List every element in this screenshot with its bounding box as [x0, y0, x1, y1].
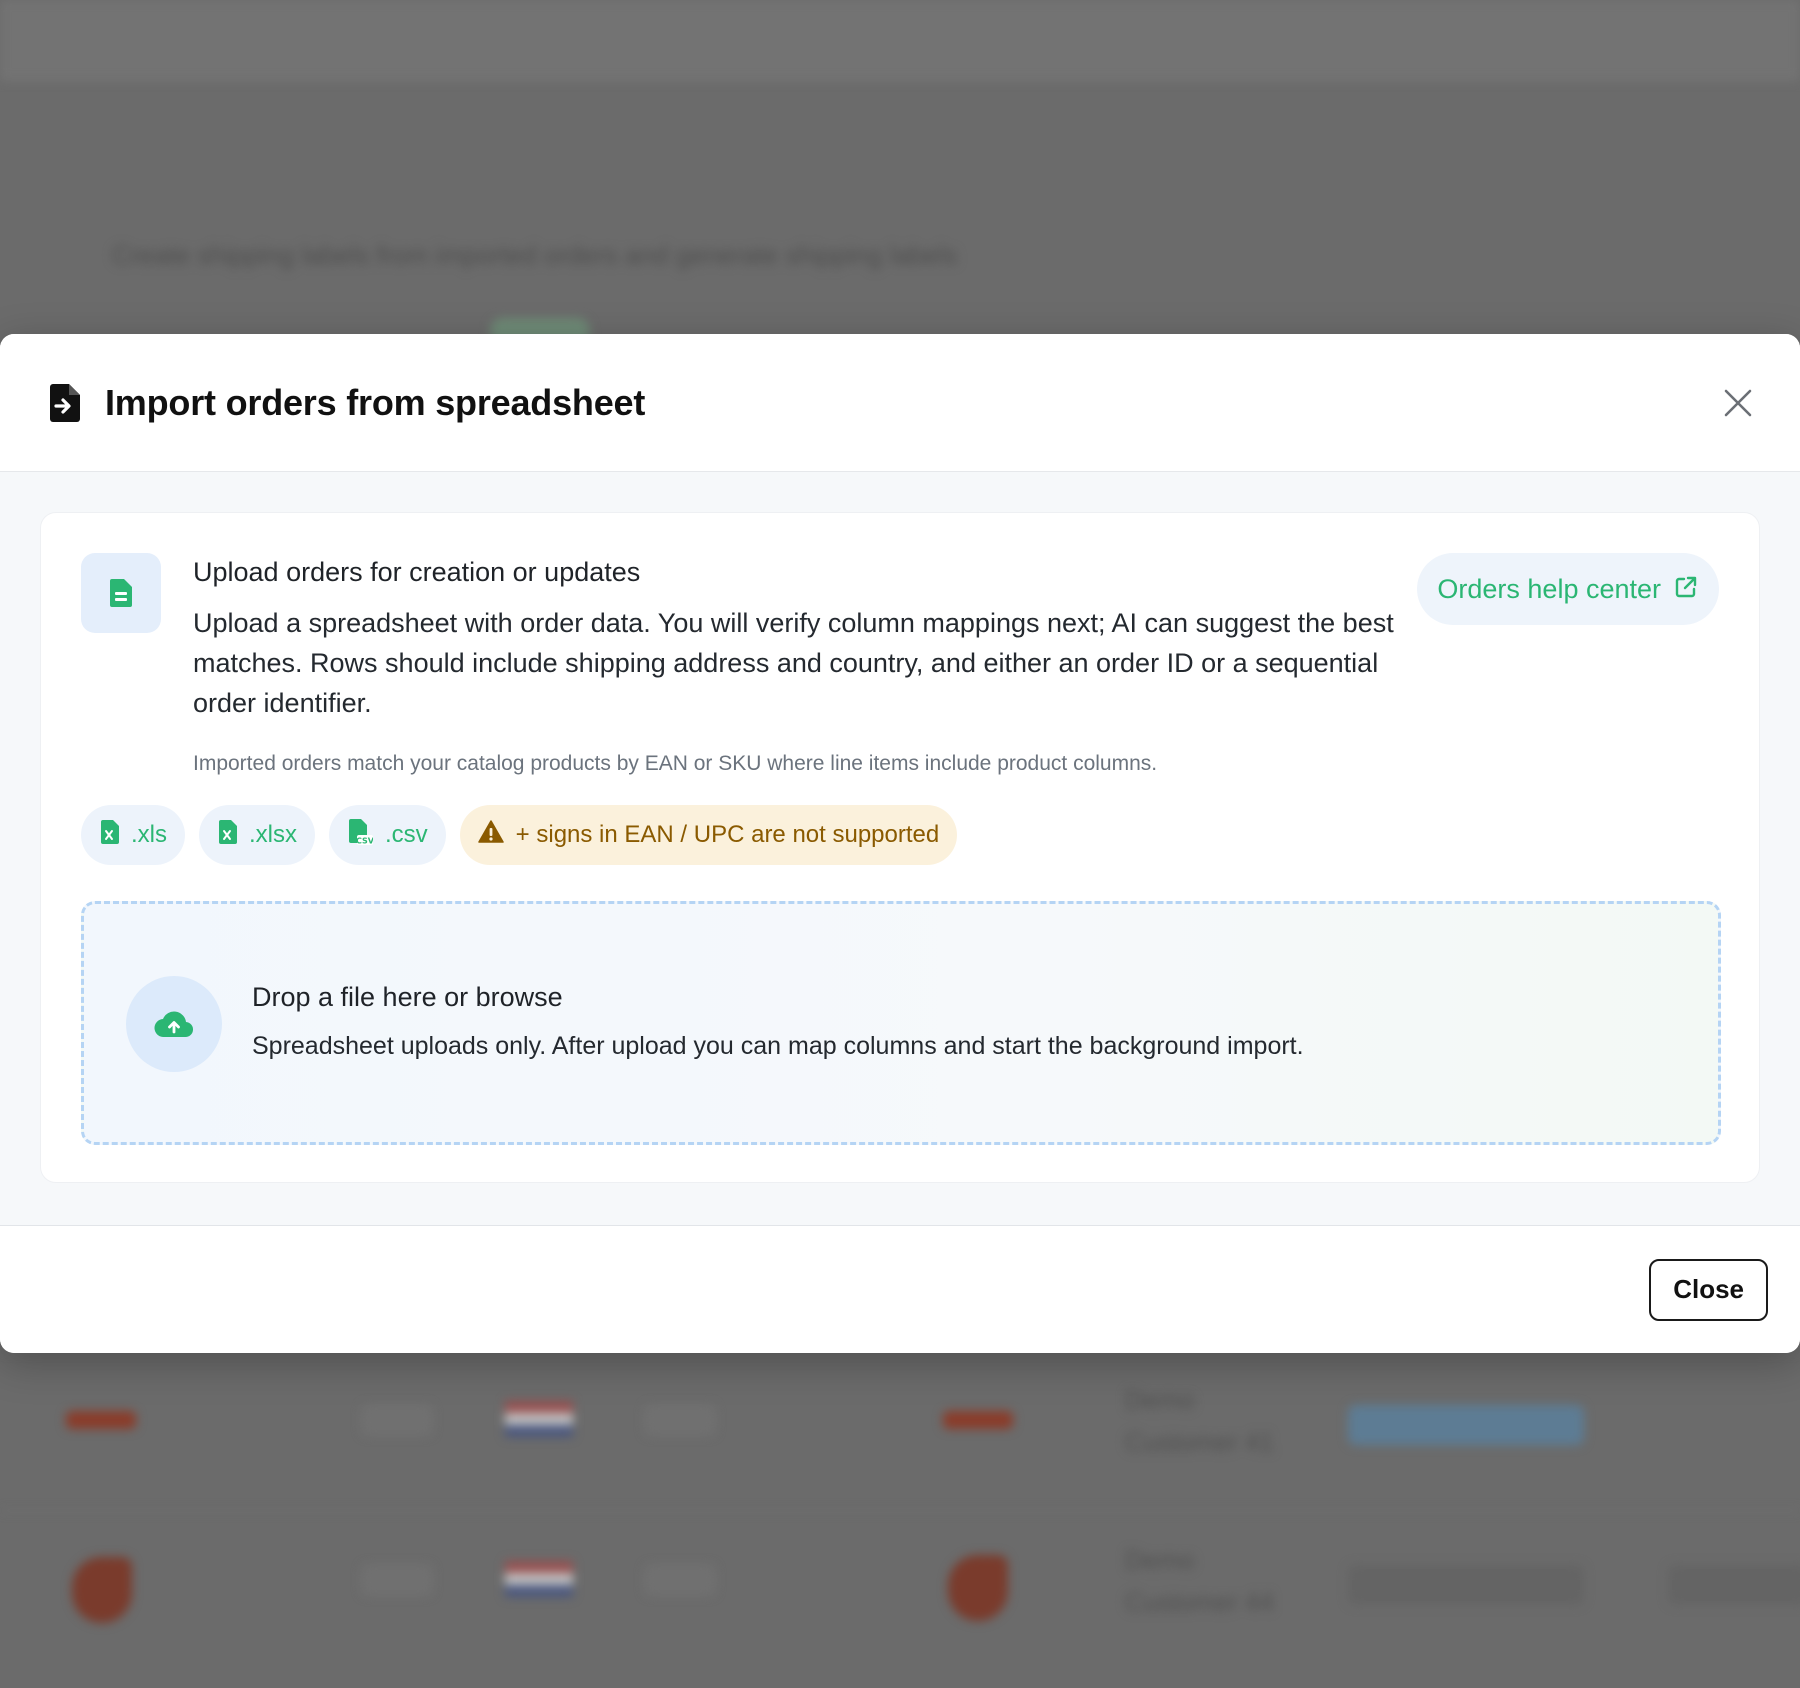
bg-product-thumb — [948, 1555, 1008, 1621]
format-chip-xlsx: .xlsx — [199, 805, 315, 865]
document-icon — [81, 553, 161, 633]
warning-label: + signs in EAN / UPC are not supported — [515, 821, 940, 848]
format-chip-xls: .xls — [81, 805, 185, 865]
bg-flag-icon — [505, 1561, 573, 1597]
file-excel-icon — [219, 819, 237, 851]
intro-note: Imported orders match your catalog produ… — [193, 752, 1158, 775]
bg-cell — [1668, 1565, 1800, 1605]
format-label: .xlsx — [249, 821, 297, 848]
bg-customer: Demo Customer 44 — [1125, 1545, 1274, 1617]
format-label: .xls — [131, 821, 167, 848]
bg-product-thumb — [72, 1557, 132, 1623]
modal-header: Import orders from spreadsheet — [0, 334, 1800, 472]
warning-icon — [477, 819, 504, 851]
close-button[interactable]: Close — [1649, 1258, 1768, 1321]
upload-card: Upload orders for creation or updates Up… — [40, 512, 1760, 1183]
cloud-upload-icon — [126, 976, 222, 1072]
bg-cell — [645, 1405, 715, 1435]
modal-title: Import orders from spreadsheet — [105, 381, 646, 423]
bg-cell — [362, 1405, 432, 1435]
bg-order-chip — [943, 1411, 1013, 1429]
file-dropzone[interactable]: Drop a file here or browse Spreadsheet u… — [81, 901, 1721, 1145]
close-icon[interactable] — [1716, 381, 1760, 425]
external-link-icon — [1675, 574, 1697, 605]
bg-tracking — [1348, 1405, 1584, 1445]
bg-table-row: Demo Customer 44 — [0, 1510, 1800, 1670]
bg-flag-icon — [505, 1401, 573, 1437]
file-excel-icon — [101, 819, 119, 851]
svg-text:CSV: CSV — [356, 836, 373, 845]
bg-tracking — [1348, 1565, 1584, 1605]
help-link-label: Orders help center — [1437, 573, 1661, 604]
bg-table-row: Demo Customer 41 — [0, 1350, 1800, 1510]
modal-body: Upload orders for creation or updates Up… — [0, 472, 1800, 1225]
intro-description: Upload a spreadsheet with order data. Yo… — [193, 608, 1394, 718]
format-chip-csv: CSV .csv — [329, 805, 446, 865]
orders-help-center-link[interactable]: Orders help center — [1417, 553, 1719, 625]
import-orders-modal: Import orders from spreadsheet Upload or… — [0, 334, 1800, 1353]
format-chips: .xls .xlsx CSV .csv + signs in EAN / UPC… — [81, 805, 958, 865]
bg-page-subtitle: Create shipping labels from imported ord… — [112, 240, 958, 270]
bg-cell — [362, 1565, 432, 1595]
bg-topbar — [0, 0, 1800, 80]
bg-order-chip — [66, 1411, 136, 1429]
file-import-icon — [50, 383, 80, 422]
intro-section: Upload orders for creation or updates Up… — [193, 553, 1433, 779]
bg-customer: Demo Customer 41 — [1125, 1385, 1274, 1457]
dropzone-title: Drop a file here or browse — [252, 982, 563, 1012]
bg-cell — [645, 1565, 715, 1595]
dropzone-subtitle: Spreadsheet uploads only. After upload y… — [252, 1032, 1304, 1060]
ean-warning-chip: + signs in EAN / UPC are not supported — [459, 805, 958, 865]
format-label: .csv — [385, 821, 428, 848]
modal-footer: Close — [0, 1225, 1800, 1353]
file-csv-icon: CSV — [349, 818, 375, 852]
intro-title: Upload orders for creation or updates — [193, 557, 641, 587]
